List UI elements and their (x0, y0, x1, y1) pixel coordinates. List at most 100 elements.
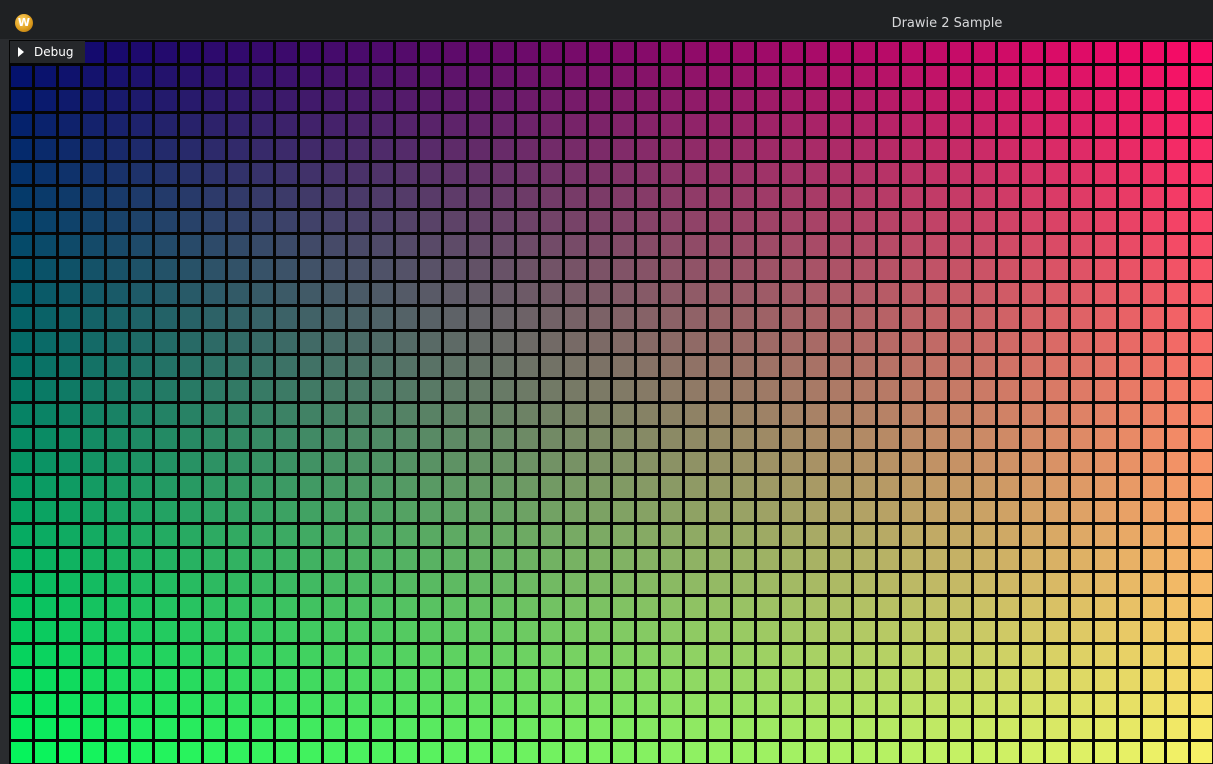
grid-cell (709, 307, 731, 329)
grid-cell (155, 331, 177, 353)
grid-cell (781, 90, 803, 112)
grid-cell (1046, 500, 1068, 522)
grid-cell (1190, 114, 1212, 136)
grid-cell (35, 452, 57, 474)
grid-cell (757, 259, 779, 281)
grid-cell (179, 138, 201, 160)
grid-cell (251, 66, 273, 88)
grid-cell (781, 669, 803, 691)
grid-cell (492, 597, 514, 619)
grid-cell (35, 597, 57, 619)
grid-cell (950, 572, 972, 595)
debug-panel-label: Debug (34, 45, 74, 59)
grid-cell (661, 452, 683, 474)
grid-cell (950, 621, 972, 643)
grid-cell (11, 331, 33, 353)
grid-cell (781, 597, 803, 619)
grid-cell (11, 717, 33, 739)
debug-panel-header[interactable]: Debug (10, 41, 85, 63)
grid-cell (420, 283, 442, 305)
grid-cell (1046, 186, 1068, 208)
grid-cell (227, 741, 249, 763)
grid-cell (203, 476, 225, 498)
grid-cell (781, 210, 803, 233)
grid-cell (950, 645, 972, 667)
grid-cell (901, 621, 924, 643)
grid-cell (372, 379, 394, 401)
grid-cell (348, 645, 370, 667)
grid-cell (637, 307, 659, 329)
grid-cell (324, 548, 346, 570)
triangle-right-icon[interactable] (18, 47, 24, 57)
grid-cell (661, 669, 683, 691)
grid-cell (59, 186, 81, 208)
grid-cell (11, 235, 33, 257)
grid-cell (396, 379, 418, 401)
grid-cell (805, 66, 827, 88)
grid-cell (540, 524, 562, 546)
grid-cell (155, 428, 177, 450)
grid-cell (107, 476, 129, 498)
grid-cell (1022, 162, 1044, 184)
grid-cell (637, 379, 659, 401)
grid-cell (1142, 428, 1164, 450)
grid-cell (444, 452, 466, 474)
grid-cell (275, 138, 297, 160)
grid-cell (709, 90, 731, 112)
grid-cell (372, 114, 394, 136)
grid-cell (1022, 428, 1044, 450)
grid-cell (685, 476, 707, 498)
grid-cell (1166, 428, 1188, 450)
title-bar[interactable]: W Drawie 2 Sample (0, 0, 1213, 40)
grid-cell (1094, 548, 1116, 570)
drawing-canvas[interactable] (9, 40, 1213, 764)
grid-cell (227, 621, 249, 643)
grid-cell (853, 259, 875, 281)
grid-cell (998, 114, 1020, 136)
grid-cell (637, 452, 659, 474)
grid-cell (227, 717, 249, 739)
grid-cell (853, 476, 875, 498)
grid-cell (1022, 452, 1044, 474)
grid-cell (613, 404, 635, 426)
grid-cell (251, 548, 273, 570)
grid-cell (396, 307, 418, 329)
grid-cell (926, 500, 948, 522)
grid-cell (974, 259, 996, 281)
grid-cell (299, 741, 322, 763)
grid-cell (733, 741, 755, 763)
grid-cell (107, 669, 129, 691)
grid-cell (444, 404, 466, 426)
grid-cell (1070, 500, 1092, 522)
grid-cell (685, 210, 707, 233)
grid-cell (155, 210, 177, 233)
grid-cell (1094, 42, 1116, 64)
grid-cell (974, 428, 996, 450)
grid-cell (1142, 90, 1164, 112)
grid-cell (1190, 162, 1212, 184)
grid-cell (1094, 621, 1116, 643)
grid-cell (877, 621, 899, 643)
grid-cell (299, 645, 322, 667)
grid-cell (396, 283, 418, 305)
grid-cell (901, 90, 924, 112)
grid-cell (11, 645, 33, 667)
grid-cell (661, 186, 683, 208)
grid-cell (877, 307, 899, 329)
grid-cell (1046, 741, 1068, 763)
grid-cell (661, 500, 683, 522)
grid-cell (396, 621, 418, 643)
grid-cell (107, 210, 129, 233)
grid-cell (492, 355, 514, 377)
grid-cell (637, 235, 659, 257)
grid-cell (926, 669, 948, 691)
drawie-logo-icon[interactable]: W (15, 14, 33, 32)
grid-cell (661, 235, 683, 257)
grid-cell (1118, 259, 1140, 281)
grid-cell (1142, 693, 1164, 715)
grid-cell (829, 621, 851, 643)
grid-cell (613, 621, 635, 643)
grid-cell (709, 524, 731, 546)
grid-cell (396, 645, 418, 667)
grid-cell (901, 452, 924, 474)
